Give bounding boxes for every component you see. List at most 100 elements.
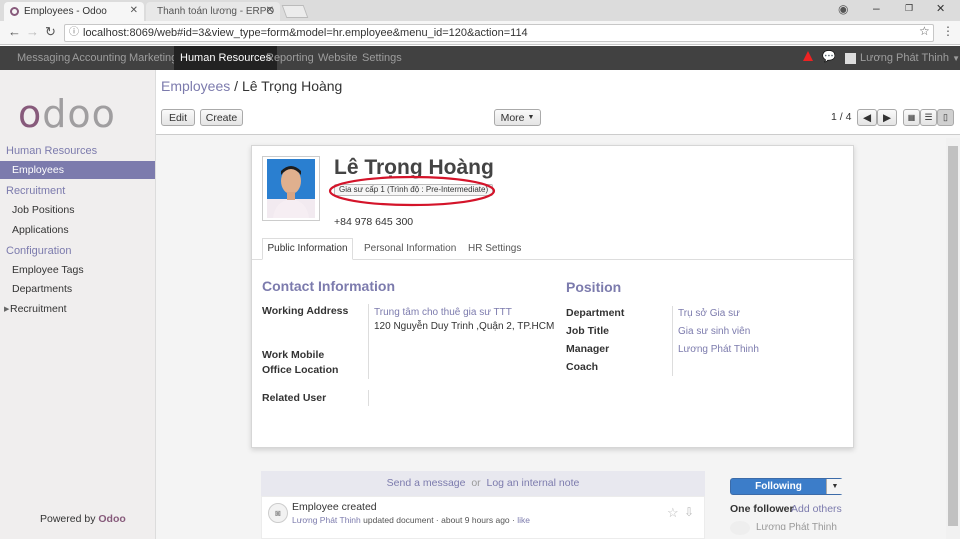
department-label: Department (566, 307, 625, 319)
more-label: More (500, 111, 525, 124)
menu-marketing[interactable]: Marketing (129, 46, 177, 70)
sidebar-item-recruitment-config[interactable]: Recruitment (10, 303, 67, 315)
working-address-street: 120 Nguyễn Duy Trinh ,Quận 2, TP.HCM (374, 321, 555, 332)
sidebar-item-departments[interactable]: Departments (12, 283, 72, 295)
follower-name[interactable]: Lương Phát Thinh (756, 522, 837, 530)
forward-icon[interactable]: → (26, 24, 39, 39)
follower-count: One follower (730, 503, 794, 515)
manager-label: Manager (566, 343, 610, 355)
powered-by: Powered by Odoo (40, 513, 126, 525)
breadcrumb-current: Lê Trọng Hoàng (241, 78, 343, 94)
powered-by-link[interactable]: Odoo (98, 513, 125, 525)
sidebar-header-recruitment: Recruitment (6, 185, 66, 197)
manager-value[interactable]: Lương Phát Thinh (678, 344, 759, 355)
form-view-icon[interactable]: ▯ (937, 109, 954, 126)
reload-icon[interactable]: ↻ (45, 24, 56, 40)
follower-avatar (730, 521, 750, 535)
work-mobile-label: Work Mobile (262, 349, 325, 361)
sidebar-item-employees[interactable]: Employees (0, 161, 155, 179)
kanban-view-icon[interactable]: ▦ (903, 109, 920, 126)
profile-icon[interactable]: ◉ (838, 2, 848, 16)
menu-settings[interactable]: Settings (362, 46, 402, 70)
message-like[interactable]: like (517, 515, 530, 525)
sidebar-item-job-positions[interactable]: Job Positions (12, 204, 74, 216)
add-followers-link[interactable]: Add others (791, 503, 842, 515)
close-window-icon[interactable]: ✕ (936, 2, 945, 15)
star-icon[interactable]: ☆ (667, 505, 679, 521)
tab-public-information[interactable]: Public Information (262, 238, 353, 260)
minimize-icon[interactable]: – (873, 1, 880, 15)
tab-personal-information[interactable]: Personal Information (364, 243, 456, 254)
user-avatar[interactable] (845, 53, 856, 64)
chat-icon[interactable]: 💬 (822, 50, 836, 63)
sidebar-item-employee-tags[interactable]: Employee Tags (12, 264, 84, 276)
close-tab-icon[interactable]: ✕ (266, 5, 274, 16)
menu-reporting[interactable]: Reporting (266, 46, 314, 70)
browser-tab-strip: Employees - Odoo ✕ Thanh toán lương - ER… (0, 0, 960, 21)
next-icon[interactable]: ▶ (877, 109, 897, 126)
chatter-message: ◙ Employee created Lương Phát Thinh upda… (261, 496, 705, 539)
odoo-favicon-icon (10, 7, 19, 16)
employee-phone: +84 978 645 300 (334, 216, 414, 228)
menu-icon[interactable]: ⋮ (942, 24, 954, 38)
breadcrumb-separator: / (230, 78, 242, 94)
office-location-label: Office Location (262, 364, 339, 376)
odoo-logo[interactable]: odoo (18, 92, 116, 136)
field-separator (672, 306, 673, 376)
top-menu: Messaging Accounting Marketing Human Res… (0, 46, 960, 70)
list-view-icon[interactable]: ☰ (920, 109, 937, 126)
browser-tab-employees[interactable]: Employees - Odoo ✕ (4, 2, 144, 21)
edit-button[interactable]: Edit (161, 109, 195, 126)
restore-icon[interactable]: ❐ (905, 3, 913, 14)
caret-down-icon: ▼ (527, 114, 535, 121)
message-author[interactable]: Lương Phát Thinh (292, 515, 361, 525)
message-text: updated document (363, 515, 434, 525)
job-title-value[interactable]: Gia sư sinh viên (678, 326, 750, 337)
previous-icon[interactable]: ◀ (857, 109, 877, 126)
new-tab-button[interactable] (281, 5, 309, 18)
following-button[interactable]: Following (731, 479, 826, 494)
page-scrollbar[interactable] (946, 138, 960, 539)
back-icon[interactable]: ← (8, 24, 21, 39)
pager-value[interactable]: 1 / 4 (831, 111, 851, 123)
download-icon[interactable]: ⇩ (684, 505, 694, 519)
chatter-compose-bar: Send a message or Log an internal note (261, 471, 705, 496)
red-highlight-ellipse (328, 175, 496, 207)
menu-accounting[interactable]: Accounting (72, 46, 126, 70)
menu-messaging[interactable]: Messaging (17, 46, 70, 70)
send-message-link[interactable]: Send a message (387, 477, 466, 489)
url-input[interactable]: ⓘ localhost:8069/web#id=3&view_type=form… (64, 24, 934, 42)
browser-tab-title: Employees - Odoo (24, 6, 107, 17)
bookmark-star-icon[interactable]: ☆ (919, 24, 930, 38)
create-button[interactable]: Create (200, 109, 243, 126)
close-tab-icon[interactable]: ✕ (130, 5, 138, 16)
job-title-label: Job Title (566, 325, 609, 337)
coach-label: Coach (566, 361, 599, 373)
following-dropdown-icon[interactable]: ▼ (826, 479, 843, 494)
control-panel: Employees / Lê Trọng Hoàng Edit Create M… (156, 70, 960, 135)
user-menu[interactable]: Lương Phát Thinh ▼ (860, 46, 960, 71)
caret-down-icon: ▼ (952, 54, 960, 63)
contact-information-title: Contact Information (262, 278, 395, 294)
working-address-label: Working Address (262, 305, 349, 317)
message-time: about 9 hours ago (441, 515, 510, 525)
menu-human-resources[interactable]: Human Resources (174, 46, 278, 70)
employee-photo[interactable] (262, 156, 320, 221)
more-button[interactable]: More ▼ (494, 109, 541, 126)
warning-icon[interactable] (803, 51, 813, 61)
user-name: Lương Phát Thinh (860, 52, 949, 64)
log-note-link[interactable]: Log an internal note (487, 477, 580, 489)
camera-icon: ◙ (268, 503, 288, 523)
info-icon[interactable]: ⓘ (69, 25, 79, 41)
main-content: Employees / Lê Trọng Hoàng Edit Create M… (156, 70, 960, 539)
department-value[interactable]: Trụ sở Gia sư (678, 308, 740, 319)
scrollbar-thumb[interactable] (948, 146, 958, 526)
sidebar-item-applications[interactable]: Applications (12, 224, 69, 236)
working-address-company[interactable]: Trung tâm cho thuê gia sư TTT (374, 307, 512, 318)
message-title: Employee created (292, 501, 377, 513)
tab-hr-settings[interactable]: HR Settings (468, 243, 521, 254)
caret-right-icon: ▶ (4, 306, 10, 313)
menu-website[interactable]: Website (318, 46, 358, 70)
browser-tab-payroll[interactable]: Thanh toán lương - ERPO ✕ (146, 2, 280, 21)
breadcrumb-employees[interactable]: Employees (161, 78, 230, 94)
